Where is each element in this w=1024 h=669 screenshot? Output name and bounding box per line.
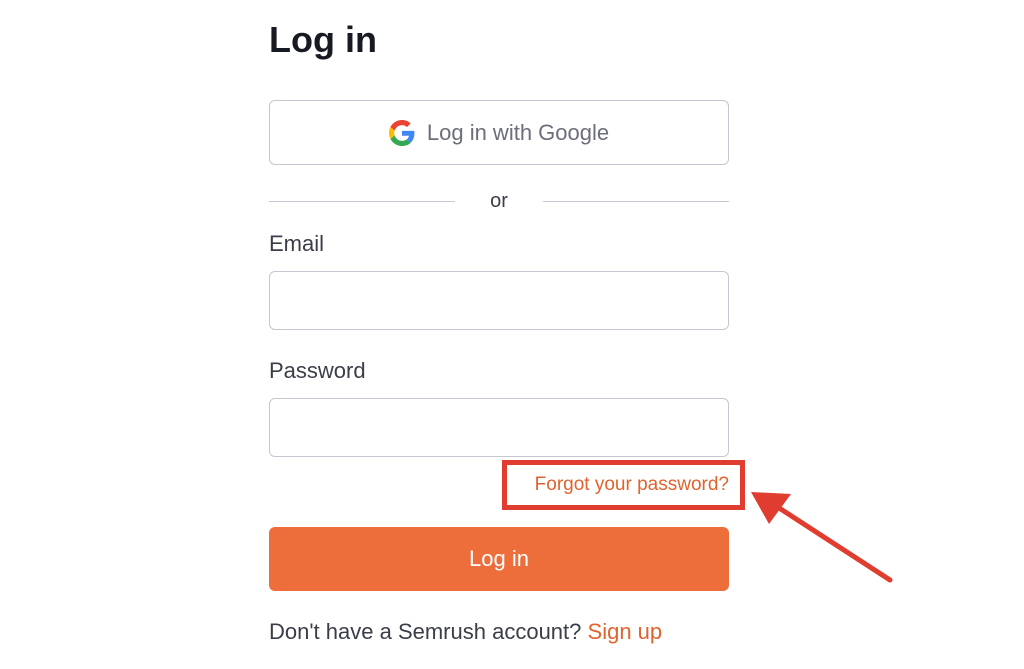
google-logo-icon bbox=[388, 119, 415, 146]
email-label: Email bbox=[269, 231, 325, 256]
forgot-password-link[interactable]: Forgot your password? bbox=[535, 473, 729, 497]
signup-prompt: Don't have a Semrush account? bbox=[269, 619, 582, 644]
login-button[interactable]: Log in bbox=[269, 527, 729, 591]
page-title: Log in bbox=[269, 19, 377, 60]
divider-line-left bbox=[269, 201, 455, 202]
login-form: Log in Log in with Google or Email Passw… bbox=[269, 0, 745, 669]
google-button-label: Log in with Google bbox=[426, 119, 610, 145]
google-login-button[interactable]: Log in with Google bbox=[269, 100, 729, 165]
divider-text: or bbox=[490, 190, 508, 212]
divider-line-right bbox=[543, 201, 729, 202]
annotation-arrow-icon bbox=[751, 492, 893, 583]
signup-row: Don't have a Semrush account? Sign up bbox=[269, 618, 662, 646]
email-input[interactable] bbox=[269, 271, 729, 330]
signup-link[interactable]: Sign up bbox=[588, 619, 663, 644]
password-input[interactable] bbox=[269, 398, 729, 457]
or-divider: or bbox=[269, 188, 729, 214]
password-label: Password bbox=[269, 358, 366, 383]
